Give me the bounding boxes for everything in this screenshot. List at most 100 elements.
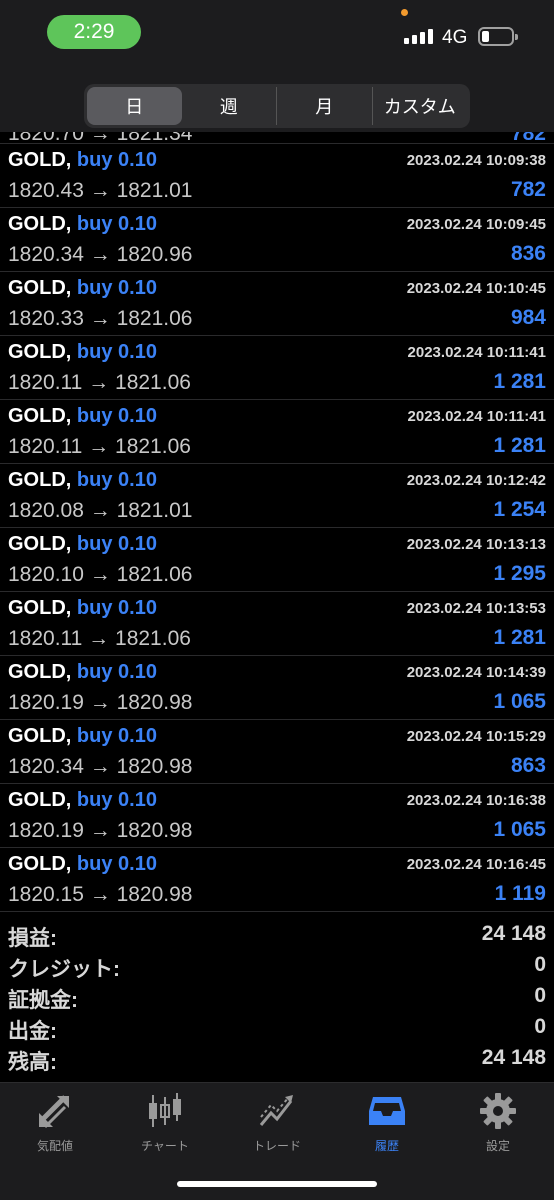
deal-profit: 863: [510, 754, 546, 777]
deal-profit: 836: [510, 242, 546, 265]
deal-prices: 1820.15 → 1820.98: [8, 883, 193, 906]
bottom-tab-history[interactable]: 履歴: [332, 1091, 442, 1161]
deal-type: buy 0.10: [76, 725, 157, 747]
signal-strength-icon: [404, 29, 433, 44]
deal-profit: 1 065: [493, 818, 546, 841]
status-bar: 2:29 4G: [0, 0, 554, 70]
privacy-indicator-dot: [401, 9, 408, 16]
deal-datetime: 2023.02.24 10:14:39: [406, 664, 546, 681]
deal-datetime: 2023.02.24 10:12:42: [406, 472, 546, 489]
bottom-tab-bar: 気配値 チャート トレード 履歴 設定: [0, 1082, 554, 1200]
summary-label: 残高:: [8, 1051, 57, 1074]
deal-row[interactable]: GOLD, buy 0.10 2023.02.24 10:14:39 1820.19…: [0, 656, 554, 720]
deal-symbol-text: GOLD,: [8, 149, 72, 171]
deal-datetime: 2023.02.24 10:13:53: [406, 600, 546, 617]
history-deal-list[interactable]: 1820.70 → 1821.34 782 GOLD, buy 0.10 2023…: [0, 132, 554, 912]
summary-label: クレジット:: [8, 958, 120, 981]
deal-symbol-text: GOLD,: [8, 405, 72, 427]
deal-symbol-text: GOLD,: [8, 789, 72, 811]
deal-prices: 1820.11 → 1821.06: [8, 627, 191, 650]
tab-day[interactable]: 日: [87, 87, 182, 125]
deal-type: buy 0.10: [76, 853, 157, 875]
deal-symbol: GOLD, buy 0.10: [8, 277, 157, 300]
deal-row[interactable]: GOLD, buy 0.10 2023.02.24 10:10:45 1820.33…: [0, 272, 554, 336]
deal-datetime: 2023.02.24 10:15:29: [406, 728, 546, 745]
deal-row[interactable]: GOLD, buy 0.10 2023.02.24 10:11:41 1820.11…: [0, 336, 554, 400]
deal-prices: 1820.10 → 1821.06: [8, 563, 193, 586]
deal-profit: 1 254: [493, 498, 546, 521]
deal-datetime: 2023.02.24 10:13:13: [406, 536, 546, 553]
tab-week[interactable]: 週: [182, 87, 277, 125]
deal-symbol-text: GOLD,: [8, 597, 72, 619]
deal-prices: 1820.08 → 1821.01: [8, 499, 193, 522]
deal-row[interactable]: GOLD, buy 0.10 2023.02.24 10:13:13 1820.10…: [0, 528, 554, 592]
deal-symbol: GOLD, buy 0.10: [8, 661, 157, 684]
summary-profit-row: 損益: 24 148: [0, 918, 554, 950]
summary-label: 証拠金:: [8, 989, 78, 1012]
deal-symbol: GOLD, buy 0.10: [8, 789, 157, 812]
bottom-tab-trade[interactable]: トレード: [222, 1091, 332, 1161]
summary-withdrawal-row: 出金: 0: [0, 1011, 554, 1043]
summary-balance-row: 残高: 24 148: [0, 1042, 554, 1074]
deal-symbol: GOLD, buy 0.10: [8, 405, 157, 428]
tab-month[interactable]: 月: [277, 87, 373, 125]
deal-datetime: 2023.02.24 10:09:38: [406, 152, 546, 169]
deal-row[interactable]: GOLD, buy 0.10 2023.02.24 10:13:53 1820.11…: [0, 592, 554, 656]
deal-profit: 1 295: [493, 562, 546, 585]
summary-value: 0: [534, 984, 546, 1007]
deal-profit: 1 281: [493, 626, 546, 649]
deal-row[interactable]: GOLD, buy 0.10 2023.02.24 10:15:29 1820.34…: [0, 720, 554, 784]
deal-type: buy 0.10: [76, 789, 157, 811]
deal-symbol-text: GOLD,: [8, 213, 72, 235]
tab-custom[interactable]: カスタム: [373, 87, 468, 125]
history-icon: [369, 1097, 405, 1125]
status-time[interactable]: 2:29: [47, 15, 141, 49]
deal-row[interactable]: GOLD, buy 0.10 2023.02.24 10:16:45 1820.15…: [0, 848, 554, 912]
deal-symbol-text: GOLD,: [8, 533, 72, 555]
network-type: 4G: [442, 27, 468, 48]
deal-symbol: GOLD, buy 0.10: [8, 341, 157, 364]
deal-row[interactable]: GOLD, buy 0.10 2023.02.24 10:09:38 1820.43…: [0, 144, 554, 208]
deal-type: buy 0.10: [76, 533, 157, 555]
bottom-tab-settings[interactable]: 設定: [443, 1091, 553, 1161]
trade-icon: [259, 1095, 293, 1126]
deal-row[interactable]: GOLD, buy 0.10 2023.02.24 10:16:38 1820.19…: [0, 784, 554, 848]
deal-prices: 1820.43 → 1821.01: [8, 179, 193, 202]
bottom-tab-label: トレード: [252, 1139, 301, 1153]
period-header: 日 週 月 カスタム: [0, 70, 554, 132]
deal-datetime: 2023.02.24 10:11:41: [407, 408, 546, 425]
deal-row-partial[interactable]: 1820.70 → 1821.34 782: [0, 132, 554, 145]
summary-value: 24 148: [481, 922, 546, 945]
battery-icon: [478, 27, 518, 46]
deal-datetime: 2023.02.24 10:16:45: [406, 856, 546, 873]
deal-datetime: 2023.02.24 10:10:45: [406, 280, 546, 297]
deal-symbol: GOLD, buy 0.10: [8, 597, 157, 620]
deal-symbol: GOLD, buy 0.10: [8, 149, 157, 172]
bottom-tab-quotes[interactable]: 気配値: [0, 1091, 110, 1161]
deal-row[interactable]: GOLD, buy 0.10 2023.02.24 10:12:42 1820.08…: [0, 464, 554, 528]
deal-type: buy 0.10: [76, 405, 157, 427]
deal-symbol-text: GOLD,: [8, 725, 72, 747]
deal-symbol: GOLD, buy 0.10: [8, 853, 157, 876]
deal-symbol: GOLD, buy 0.10: [8, 725, 157, 748]
deal-type: buy 0.10: [76, 341, 157, 363]
period-segmented-control: 日 週 月 カスタム: [84, 84, 470, 128]
bottom-tab-label: チャート: [141, 1139, 189, 1153]
bottom-tab-label: 気配値: [36, 1139, 73, 1153]
home-indicator[interactable]: [177, 1181, 377, 1187]
status-time-text: 2:29: [73, 20, 115, 43]
deal-profit: 984: [510, 306, 546, 329]
deal-symbol-text: GOLD,: [8, 277, 72, 299]
deal-prices: 1820.11 → 1821.06: [8, 371, 191, 394]
deal-row[interactable]: GOLD, buy 0.10 2023.02.24 10:11:41 1820.11…: [0, 400, 554, 464]
deal-row[interactable]: GOLD, buy 0.10 2023.02.24 10:09:45 1820.34…: [0, 208, 554, 272]
deal-prices: 1820.11 → 1821.06: [8, 435, 191, 458]
deal-prices: 1820.19 → 1820.98: [8, 691, 193, 714]
deal-type: buy 0.10: [76, 469, 157, 491]
deal-profit: 1 119: [494, 882, 546, 905]
deal-datetime: 2023.02.24 10:16:38: [406, 792, 546, 809]
deal-type: buy 0.10: [76, 149, 157, 171]
bottom-tab-chart[interactable]: チャート: [110, 1091, 220, 1161]
summary-value: 24 148: [481, 1046, 546, 1069]
deal-symbol: GOLD, buy 0.10: [8, 469, 157, 492]
